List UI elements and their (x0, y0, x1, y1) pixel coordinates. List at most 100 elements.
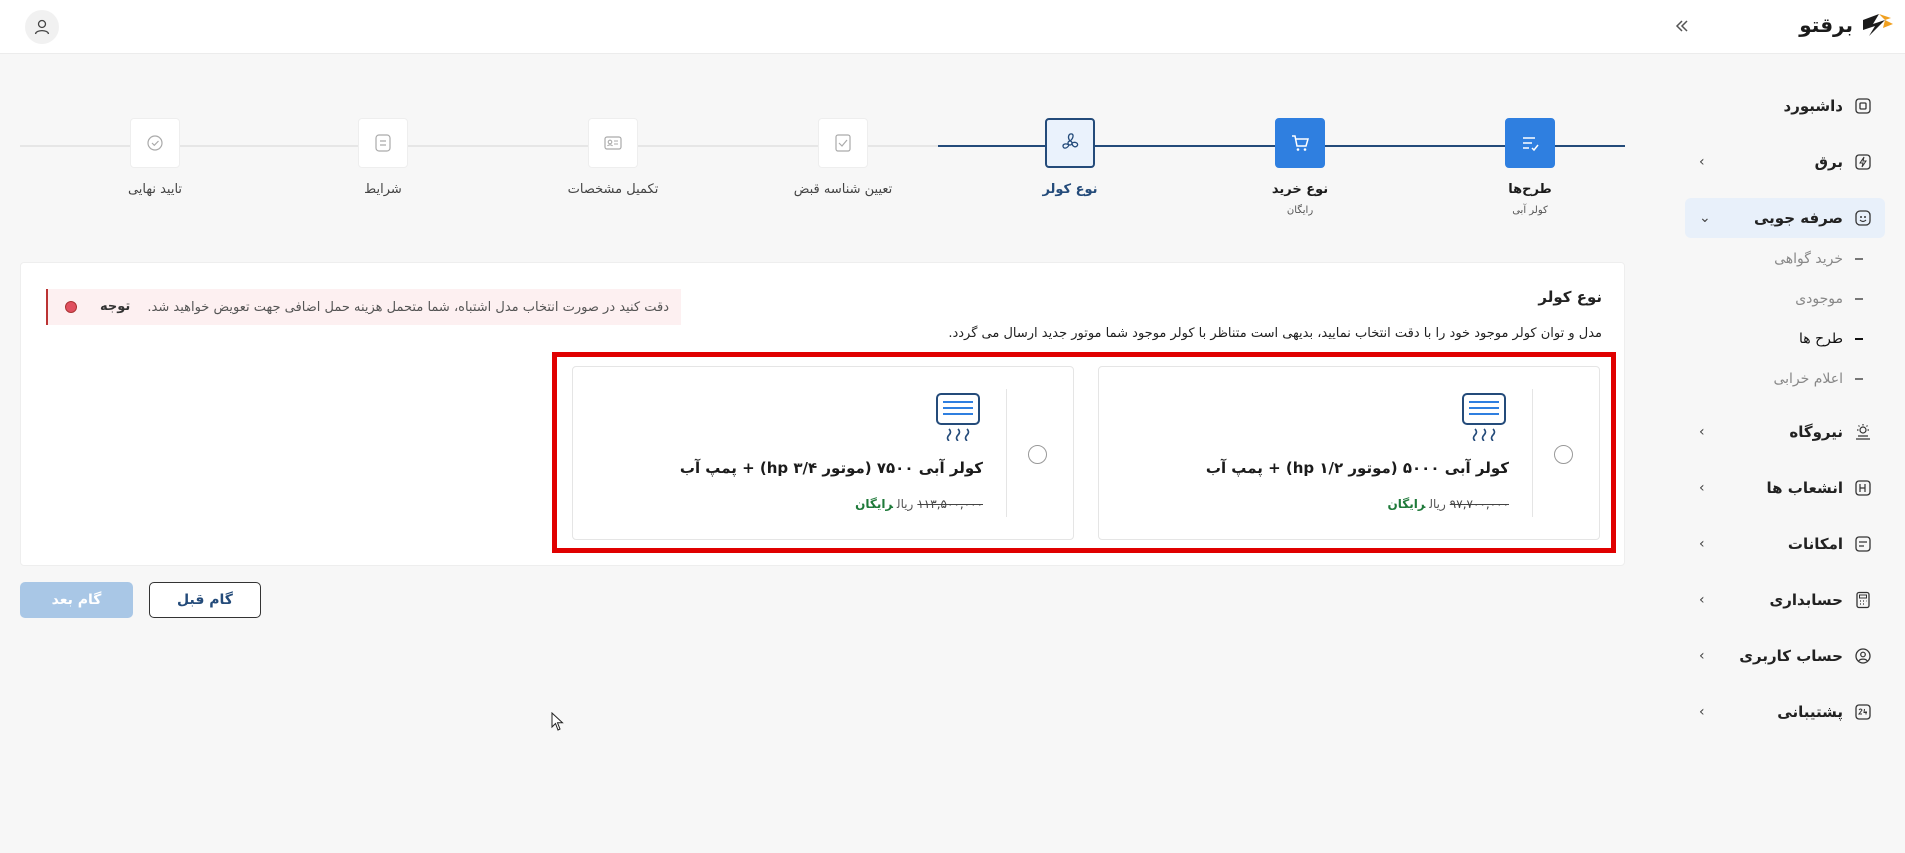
sidebar-item-accounting[interactable]: حسابداری › (1685, 580, 1885, 620)
electricity-icon (1853, 152, 1873, 172)
chevron-left-icon: › (1699, 592, 1705, 608)
step-conditions: شرایط (323, 118, 443, 197)
sidebar-item-label: امکانات (1787, 535, 1843, 553)
power-plant-icon (1853, 422, 1873, 442)
dashboard-icon (1853, 96, 1873, 116)
price-unit: ریال (896, 497, 914, 511)
step-label: نوع کولر (1042, 182, 1098, 197)
chevron-left-icon: › (1699, 536, 1705, 552)
alert-label: توجه (100, 299, 131, 314)
step-purchase-type: نوع خرید رایگان (1240, 118, 1360, 216)
branch-icon (1853, 478, 1873, 498)
sidebar-item-label: داشبورد (1783, 97, 1843, 115)
chevron-left-icon: › (1699, 154, 1705, 170)
mouse-cursor-icon (551, 712, 564, 731)
collapse-sidebar-button[interactable] (1668, 12, 1696, 40)
list-check-icon (1523, 137, 1539, 152)
fan-icon (1062, 133, 1079, 149)
chevron-left-icon: › (1699, 480, 1705, 496)
cart-icon (1292, 135, 1309, 151)
step-sub-label: کولر آبی (1512, 205, 1548, 216)
sidebar-item-dashboard[interactable]: داشبورد (1685, 86, 1885, 126)
step-final-confirmation: تایید نهایی (95, 118, 215, 197)
sidebar-item-label: نیروگاه (1789, 423, 1843, 441)
top-bar: برقتو (0, 0, 1905, 54)
user-icon (34, 19, 50, 35)
chevron-left-icon: › (1699, 648, 1705, 664)
step-sub-label: رایگان (1286, 205, 1314, 216)
warning-alert: دقت کنید در صورت انتخاب مدل اشتباه، شما … (46, 289, 681, 325)
panel-title: نوع کولر (1538, 288, 1602, 306)
sidebar-item-label: صرفه جویی (1754, 209, 1843, 227)
chevron-left-icon: › (1699, 424, 1705, 440)
brand-logo-icon (1863, 14, 1893, 36)
id-card-icon (604, 136, 622, 150)
cooler-option-card-7500[interactable]: کولر آبی ۷۵۰۰ (موتور ۳/۴ hp) + پمپ آب ۱۱… (572, 366, 1074, 540)
sidebar: داشبورد برق › صرفه جویی ⌄ خرید گواهی موج… (1665, 54, 1905, 853)
sidebar-item-support[interactable]: پشتیبانی › (1685, 692, 1885, 732)
step-label: تکمیل مشخصات (567, 182, 659, 197)
sidebar-item-label: برق (1814, 153, 1843, 171)
sidebar-sub-item-report-fault[interactable]: اعلام خرابی (1693, 364, 1863, 394)
step-label: تعیین شناسه قبض (793, 182, 893, 197)
checklist-icon (835, 134, 851, 152)
next-step-button[interactable]: گام بعد (20, 582, 133, 618)
option-radio[interactable] (1028, 445, 1047, 464)
sidebar-item-power-plant[interactable]: نیروگاه › (1685, 412, 1885, 452)
sidebar-item-label: حساب کاربری (1739, 647, 1843, 665)
chevron-left-icon: › (1699, 704, 1705, 720)
sidebar-sub-item-label: خرید گواهی (1774, 251, 1843, 267)
option-price: ۱۱۳,۵۰۰,۰۰۰ریالرایگان (855, 497, 983, 511)
progress-stepper: طرح‌ها کولر آبی نوع خرید رایگان نوع کولر… (20, 110, 1625, 240)
sidebar-sub-item-buy-certificate[interactable]: خرید گواهی (1693, 244, 1863, 274)
old-price: ۹۷,۷۰۰,۰۰۰ (1449, 497, 1509, 511)
brand-name: برقتو (1799, 13, 1853, 37)
step-label: تایید نهایی (127, 182, 183, 197)
sidebar-sub-item-inventory[interactable]: موجودی (1693, 284, 1863, 314)
price-unit: ریال (1429, 497, 1446, 511)
saving-icon (1853, 208, 1873, 228)
sidebar-item-label: پشتیبانی (1777, 703, 1843, 721)
cooler-option-card-5000[interactable]: کولر آبی ۵۰۰۰ (موتور ۱/۲ hp) + پمپ آب ۹۷… (1098, 366, 1600, 540)
sidebar-sub-item-label: اعلام خرابی (1773, 371, 1843, 387)
step-bill-id: تعیین شناسه قبض (783, 118, 903, 197)
logo[interactable]: برقتو (1799, 10, 1895, 40)
previous-step-button[interactable]: گام قبل (149, 582, 261, 618)
sidebar-item-label: حسابداری (1769, 591, 1843, 609)
alert-dot-icon (65, 301, 77, 313)
chevron-down-icon: ⌄ (1699, 210, 1711, 226)
cooler-icon (1462, 393, 1506, 441)
check-circle-icon (147, 135, 163, 151)
option-radio[interactable] (1554, 445, 1573, 464)
sidebar-sub-item-label: موجودی (1795, 291, 1843, 307)
document-icon (375, 134, 391, 152)
sidebar-item-electricity[interactable]: برق › (1685, 142, 1885, 182)
sidebar-sub-item-plans[interactable]: طرح ها (1693, 324, 1863, 354)
option-title: کولر آبی ۷۵۰۰ (موتور ۳/۴ hp) + پمپ آب (679, 459, 983, 477)
step-plans: طرح‌ها کولر آبی (1470, 118, 1590, 216)
sidebar-sub-item-label: طرح ها (1798, 331, 1843, 347)
free-badge: رایگان (1387, 497, 1426, 511)
step-cooler-type: نوع کولر (1010, 118, 1130, 197)
user-account-icon (1853, 646, 1873, 666)
option-price: ۹۷,۷۰۰,۰۰۰ریالرایگان (1388, 497, 1509, 511)
sidebar-item-features[interactable]: امکانات › (1685, 524, 1885, 564)
alert-message: دقت کنید در صورت انتخاب مدل اشتباه، شما … (147, 299, 669, 315)
double-chevron-left-icon (1675, 20, 1688, 32)
free-badge: رایگان (855, 497, 893, 511)
sidebar-item-user-account[interactable]: حساب کاربری › (1685, 636, 1885, 676)
step-label: شرایط (364, 182, 402, 197)
cooler-icon (936, 393, 980, 441)
support-24-icon (1853, 702, 1873, 722)
step-complete-details: تکمیل مشخصات (553, 118, 673, 197)
panel-description: مدل و توان کولر موجود خود را با دقت انتخ… (948, 326, 1602, 341)
accounting-icon (1853, 590, 1873, 610)
user-avatar-button[interactable] (25, 10, 59, 44)
step-label: طرح‌ها (1508, 182, 1552, 197)
old-price: ۱۱۳,۵۰۰,۰۰۰ (917, 497, 983, 511)
sidebar-item-label: انشعاب ها (1766, 479, 1843, 497)
features-icon (1853, 534, 1873, 554)
step-label: نوع خرید (1271, 182, 1329, 197)
sidebar-item-saving[interactable]: صرفه جویی ⌄ (1685, 198, 1885, 238)
sidebar-item-branches[interactable]: انشعاب ها › (1685, 468, 1885, 508)
